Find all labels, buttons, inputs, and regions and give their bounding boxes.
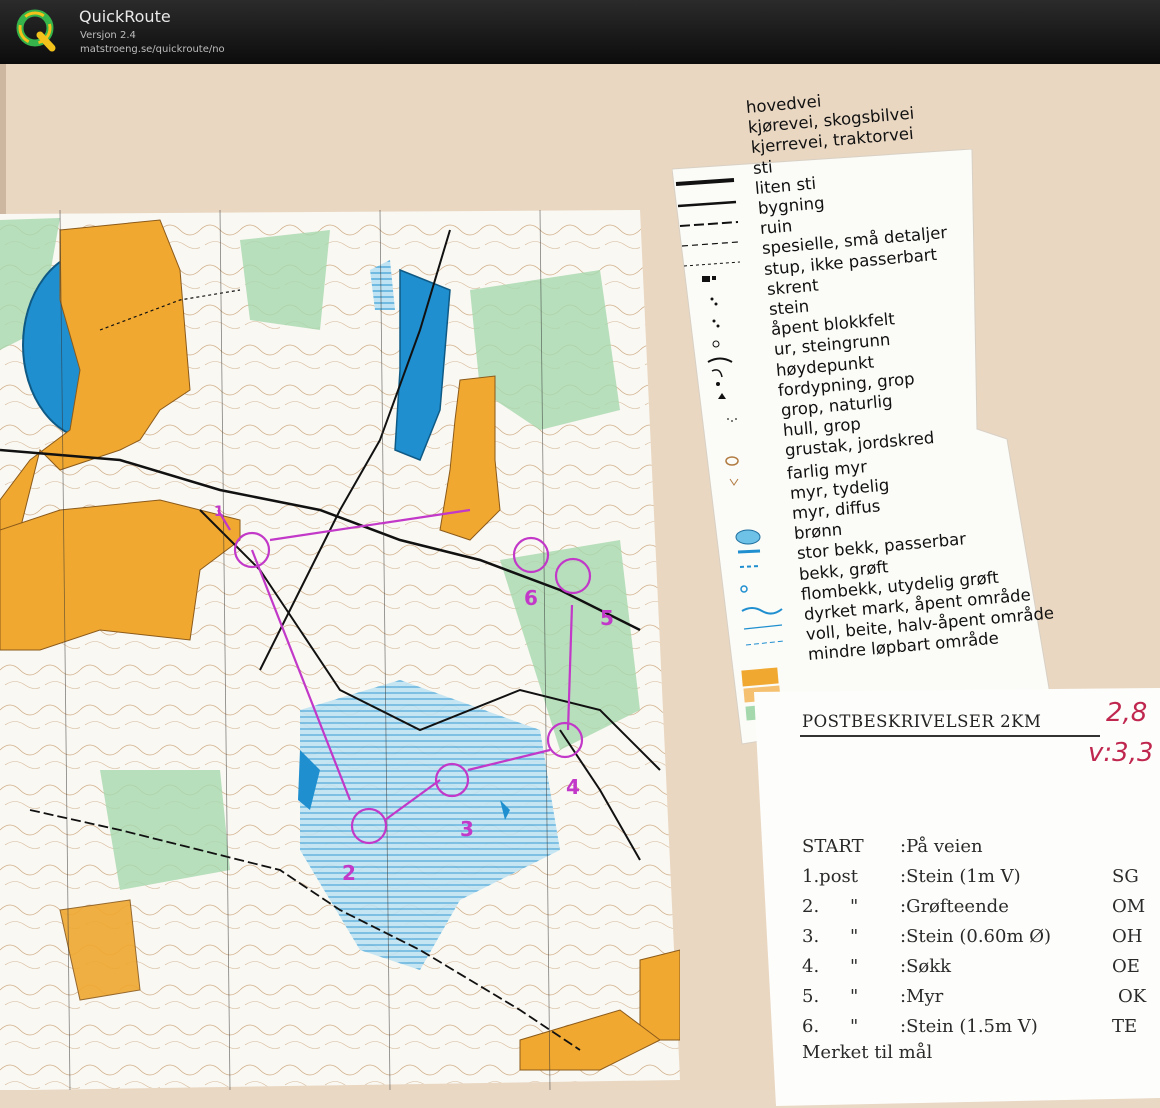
control-code: OM	[1112, 896, 1146, 917]
app-title: QuickRoute	[79, 7, 171, 26]
control-description-sheet: POSTBESKRIVELSER 2KM 2,8 v:3,3 START :På …	[754, 688, 1160, 1108]
control-code: OH	[1112, 926, 1143, 947]
ditto-mark: "	[850, 926, 859, 947]
legend-item-path: sti	[752, 156, 774, 178]
control-code: OE	[1112, 956, 1140, 977]
map-image-area[interactable]: 1 2 3 4 5 6 hovedvei kjørevei, skogsbilv…	[0, 64, 1160, 1106]
control-description: :Stein (1.5m V)	[900, 1016, 1038, 1037]
app-titlebar: QuickRoute Versjon 2.4 matstroeng.se/qui…	[0, 0, 1160, 64]
control-code: TE	[1112, 1016, 1138, 1037]
control-number: 2.	[802, 896, 820, 917]
control-code: SG	[1112, 866, 1139, 887]
control-description: :Stein (0.60m Ø)	[900, 926, 1052, 947]
quickroute-logo-icon	[16, 9, 56, 52]
control-description-title: POSTBESKRIVELSER 2KM	[802, 712, 1042, 731]
control-number: 3.	[802, 926, 820, 947]
svg-text:1: 1	[214, 504, 224, 520]
title-underline	[800, 735, 1100, 737]
handwritten-v: v:3,3	[1088, 738, 1154, 768]
control-description: :På veien	[900, 836, 983, 857]
control-number: 5.	[802, 986, 820, 1007]
finish-note: Merket til mål	[802, 1042, 933, 1063]
ditto-mark: "	[850, 956, 859, 977]
app-version: Versjon 2.4	[80, 30, 136, 41]
svg-text:5: 5	[600, 606, 614, 630]
svg-text:4: 4	[566, 775, 580, 799]
control-number: 4.	[802, 956, 820, 977]
svg-text:6: 6	[524, 586, 538, 610]
control-description: :Myr	[900, 986, 944, 1007]
control-description: :Stein (1m V)	[900, 866, 1021, 887]
ditto-mark: "	[850, 1016, 859, 1037]
app-url[interactable]: matstroeng.se/quickroute/no	[80, 44, 225, 55]
svg-text:3: 3	[460, 817, 474, 841]
ditto-mark: "	[850, 896, 859, 917]
orienteering-map: 1 2 3 4 5 6	[0, 210, 680, 1090]
control-number: START	[802, 836, 864, 857]
legend-item-ruin: ruin	[758, 216, 793, 239]
control-number: 1.post	[802, 866, 859, 887]
control-description: :Grøfteende	[900, 896, 1009, 917]
control-code: OK	[1118, 986, 1147, 1007]
legend-item-boulder: stein	[768, 296, 810, 319]
control-number: 6.	[802, 1016, 820, 1037]
ditto-mark: "	[850, 986, 859, 1007]
svg-text:2: 2	[342, 861, 356, 885]
control-description: :Søkk	[900, 956, 952, 977]
handwritten-distance: 2,8	[1106, 698, 1148, 728]
